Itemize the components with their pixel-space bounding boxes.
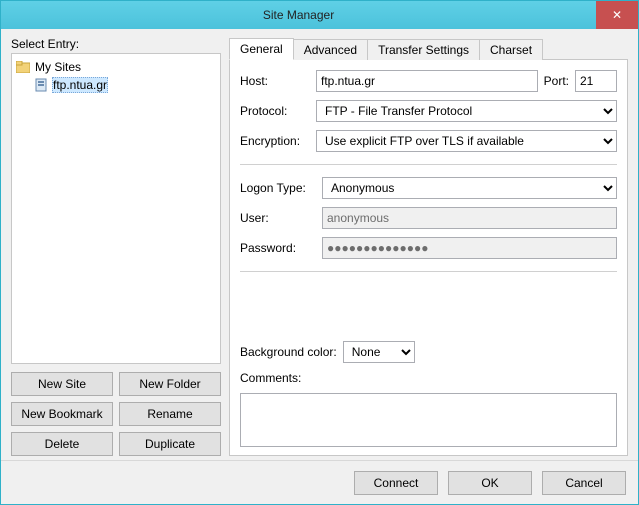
encryption-select[interactable]: Use explicit FTP over TLS if available — [316, 130, 617, 152]
comments-textarea[interactable] — [240, 393, 617, 448]
background-color-label: Background color: — [240, 345, 337, 359]
encryption-row: Encryption: Use explicit FTP over TLS if… — [240, 130, 617, 152]
site-action-buttons: New Site New Folder New Bookmark Rename … — [11, 372, 221, 456]
logon-type-label: Logon Type: — [240, 181, 316, 195]
user-label: User: — [240, 211, 316, 225]
window-title: Site Manager — [1, 1, 596, 29]
connect-button[interactable]: Connect — [354, 471, 438, 495]
rename-button[interactable]: Rename — [119, 402, 221, 426]
spacer — [240, 284, 617, 333]
password-row: Password: — [240, 237, 617, 259]
separator-1 — [240, 164, 617, 165]
select-entry-label: Select Entry: — [11, 37, 221, 51]
host-row: Host: Port: — [240, 70, 617, 92]
tab-general[interactable]: General — [229, 38, 294, 60]
tree-site-ftp-ntua[interactable]: ftp.ntua.gr — [14, 76, 218, 94]
site-tree[interactable]: My Sites ftp.ntua.gr — [11, 53, 221, 364]
separator-2 — [240, 271, 617, 272]
new-site-button[interactable]: New Site — [11, 372, 113, 396]
tab-charset[interactable]: Charset — [479, 39, 543, 60]
tree-site-label: ftp.ntua.gr — [52, 77, 108, 93]
host-input[interactable] — [316, 70, 538, 92]
dialog-footer: Connect OK Cancel — [1, 460, 638, 504]
encryption-label: Encryption: — [240, 134, 310, 148]
protocol-row: Protocol: FTP - File Transfer Protocol — [240, 100, 617, 122]
protocol-select[interactable]: FTP - File Transfer Protocol — [316, 100, 617, 122]
left-column: Select Entry: My Sites ftp.ntua.gr New S… — [11, 37, 221, 456]
folder-icon — [16, 61, 30, 73]
host-label: Host: — [240, 74, 310, 88]
duplicate-button[interactable]: Duplicate — [119, 432, 221, 456]
tab-advanced[interactable]: Advanced — [293, 39, 368, 60]
new-folder-button[interactable]: New Folder — [119, 372, 221, 396]
port-label: Port: — [544, 74, 569, 88]
dialog-body: Select Entry: My Sites ftp.ntua.gr New S… — [1, 29, 638, 460]
site-manager-window: Site Manager ✕ Select Entry: My Sites — [0, 0, 639, 505]
bgcolor-row: Background color: None — [240, 341, 617, 363]
logon-row: Logon Type: Anonymous — [240, 177, 617, 199]
titlebar: Site Manager ✕ — [1, 1, 638, 29]
background-color-select[interactable]: None — [343, 341, 415, 363]
close-icon: ✕ — [612, 8, 622, 22]
password-label: Password: — [240, 241, 316, 255]
close-button[interactable]: ✕ — [596, 1, 638, 29]
logon-type-select[interactable]: Anonymous — [322, 177, 617, 199]
new-bookmark-button[interactable]: New Bookmark — [11, 402, 113, 426]
server-icon — [34, 78, 48, 92]
user-row: User: — [240, 207, 617, 229]
ok-button[interactable]: OK — [448, 471, 532, 495]
general-panel: Host: Port: Protocol: FTP - File Transfe… — [229, 59, 628, 456]
tree-root-label: My Sites — [34, 60, 82, 74]
tab-bar: General Advanced Transfer Settings Chars… — [229, 37, 628, 59]
user-input — [322, 207, 617, 229]
port-input[interactable] — [575, 70, 617, 92]
protocol-label: Protocol: — [240, 104, 310, 118]
right-column: General Advanced Transfer Settings Chars… — [229, 37, 628, 456]
cancel-button[interactable]: Cancel — [542, 471, 626, 495]
tab-transfer-settings[interactable]: Transfer Settings — [367, 39, 480, 60]
password-input — [322, 237, 617, 259]
comments-label: Comments: — [240, 371, 617, 385]
delete-button[interactable]: Delete — [11, 432, 113, 456]
tree-root-my-sites[interactable]: My Sites — [14, 58, 218, 76]
